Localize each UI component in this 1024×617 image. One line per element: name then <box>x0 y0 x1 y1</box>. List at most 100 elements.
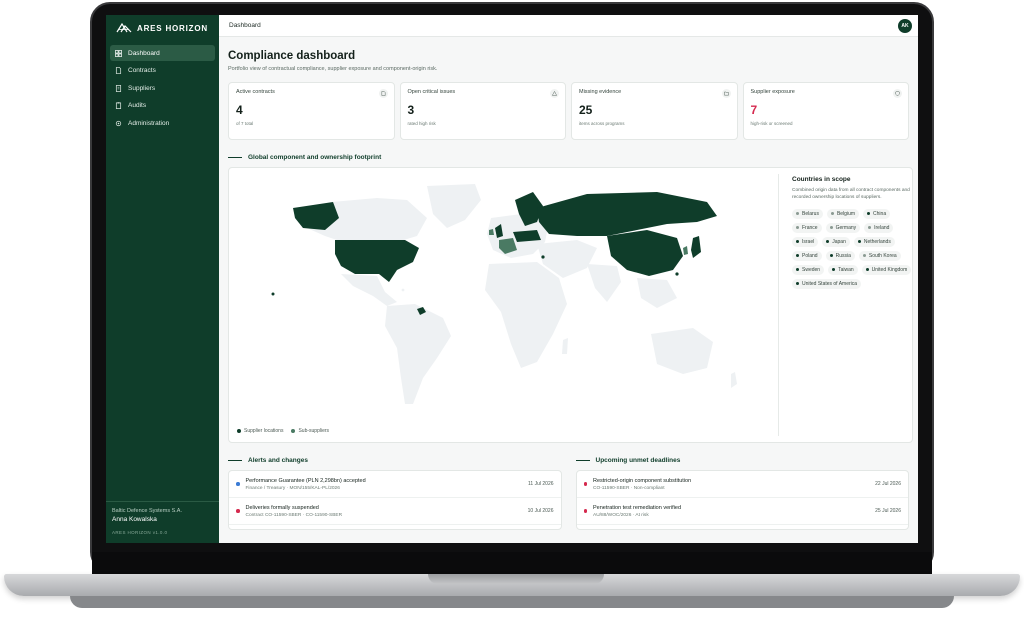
avatar[interactable]: AK <box>898 19 912 33</box>
file-icon <box>378 89 388 98</box>
country-chip[interactable]: Ireland <box>864 222 894 233</box>
country-dot <box>832 268 836 272</box>
country-dot <box>868 226 872 230</box>
clipboard-icon <box>115 102 122 109</box>
kpi-card-open-critical-issues[interactable]: Open critical issues 3 rated high risk <box>399 82 566 140</box>
scope-title: Countries in scope <box>792 176 851 183</box>
country-chip[interactable]: Taiwan <box>828 264 858 275</box>
sidebar-nav: Dashboard Contracts Suppliers Audits Adm… <box>106 45 219 131</box>
kpi-card-missing-evidence[interactable]: Missing evidence 25 items across program… <box>571 82 738 140</box>
kpi-value: 25 <box>579 103 593 117</box>
country-chips: Belarus Belgium China France Germany Ireland I… <box>792 208 912 289</box>
map-legend: Supplier locations Sub-suppliers <box>237 428 329 434</box>
section-accent-line <box>575 459 590 462</box>
country-dot <box>829 254 833 258</box>
kpi-footnote: items across programs <box>579 121 625 126</box>
section-accent-line <box>228 156 242 159</box>
country-name: Ireland <box>874 224 890 231</box>
brand[interactable]: ARES HORIZON <box>106 15 219 41</box>
world-map[interactable] <box>237 178 775 418</box>
country-chip[interactable]: South Korea <box>858 250 901 261</box>
kpi-value: 7 <box>750 103 758 117</box>
deadline-date: 25 Jul 2026 <box>875 508 901 514</box>
legend-item-supplier-locations[interactable]: Supplier locations <box>237 428 283 434</box>
legend-label: Sub-suppliers <box>298 428 330 434</box>
deadline-title: Penetration test remediation verified <box>593 504 682 511</box>
status-dot <box>583 482 587 486</box>
status-dot <box>583 509 587 513</box>
country-name: Belarus <box>802 210 819 217</box>
sidebar: ARES HORIZON Dashboard Contracts Supplie… <box>106 15 219 543</box>
sidebar-item-suppliers[interactable]: Suppliers <box>110 80 215 96</box>
section-header: Global component and ownership footprint <box>228 154 909 161</box>
sidebar-item-dashboard[interactable]: Dashboard <box>110 45 215 61</box>
country-dot <box>826 240 830 244</box>
sidebar-footer: Baltic Defence Systems S.A. Anna Kowalsk… <box>106 501 219 543</box>
country-name: Belgium <box>836 210 856 217</box>
sidebar-item-audits[interactable]: Audits <box>110 98 215 114</box>
country-chip[interactable]: Belgium <box>826 208 860 219</box>
alert-subtitle: Contract CO-11590-SBER · CO-11590-SBER <box>245 512 343 518</box>
map-card: Supplier locations Sub-suppliers Countri… <box>228 167 913 443</box>
document-icon <box>115 67 122 74</box>
kpi-card-active-contracts[interactable]: Active contracts 4 of 7 total <box>228 82 395 140</box>
country-name: France <box>802 224 818 231</box>
deadlines-list: Restricted-origin component substitution… <box>575 470 909 530</box>
kpi-value: 3 <box>407 103 415 117</box>
alerts-list: Performance Guarantee (PLN 2,298bn) acce… <box>228 470 562 530</box>
kpi-label: Missing evidence <box>579 89 622 95</box>
laptop-base-bottom <box>70 596 954 608</box>
section-title: Alerts and changes <box>248 457 308 464</box>
country-chip[interactable]: United Kingdom <box>861 264 912 275</box>
deadline-subtitle: AU/88/WOC/2026 · At risk <box>593 512 649 518</box>
deadline-title: Restricted-origin component substitution <box>593 477 692 484</box>
country-dot <box>796 212 799 216</box>
country-chip[interactable]: Israel <box>792 236 819 247</box>
map-russia <box>537 192 717 236</box>
sidebar-item-label: Audits <box>128 102 147 109</box>
country-chip[interactable]: United States of America <box>792 278 862 289</box>
brand-name: ARES HORIZON <box>137 23 208 33</box>
country-chip[interactable]: Sweden <box>792 264 825 275</box>
kpi-footnote: rated high risk <box>407 121 436 126</box>
country-dot <box>865 268 869 272</box>
alert-title: Performance Guarantee (PLN 2,298bn) acce… <box>245 477 366 484</box>
legend-item-sub-suppliers[interactable]: Sub-suppliers <box>291 428 329 434</box>
kpi-card-supplier-exposure[interactable]: Supplier exposure 7 high-risk or screene… <box>742 82 909 140</box>
grid-icon <box>115 49 122 57</box>
country-chip[interactable]: Belarus <box>792 208 823 219</box>
list-item[interactable]: Deliveries formally suspended Contract C… <box>229 498 561 525</box>
organization-name: Baltic Defence Systems S.A. <box>112 508 182 514</box>
country-name: United States of America <box>802 280 858 287</box>
status-dot <box>236 509 240 513</box>
list-item[interactable]: Penetration test remediation verified AU… <box>576 498 908 525</box>
sidebar-item-administration[interactable]: Administration <box>110 115 215 131</box>
country-chip[interactable]: Japan <box>822 236 850 247</box>
country-chip[interactable]: China <box>863 208 891 219</box>
list-item[interactable]: Restricted-origin component substitution… <box>576 471 908 498</box>
country-chip[interactable]: France <box>792 222 822 233</box>
country-name: Israel <box>802 238 815 245</box>
country-name: Germany <box>835 224 857 231</box>
country-name: South Korea <box>868 252 897 259</box>
kpi-footnote: of 7 total <box>236 121 254 126</box>
section-title: Global component and ownership footprint <box>248 154 382 161</box>
country-chip[interactable]: Netherlands <box>853 236 895 247</box>
country-dot <box>796 226 799 230</box>
country-chip[interactable]: Russia <box>825 250 855 261</box>
user-name[interactable]: Anna Kowalska <box>112 516 213 523</box>
country-chip[interactable]: Germany <box>825 222 861 233</box>
app-version: ARES HORIZON v1.0.0 <box>112 530 168 535</box>
sidebar-item-label: Contracts <box>128 67 156 74</box>
deadlines-column: Upcoming unmet deadlines Restricted-orig… <box>575 443 910 530</box>
list-item[interactable]: Performance Guarantee (PLN 2,298bn) acce… <box>229 471 561 498</box>
section-accent-line <box>228 459 242 462</box>
map-japan <box>691 236 701 258</box>
page-title: Compliance dashboard <box>228 50 356 62</box>
country-chip[interactable]: Poland <box>792 250 822 261</box>
country-name: Taiwan <box>838 266 854 273</box>
section-header: Upcoming unmet deadlines <box>575 457 910 464</box>
country-dot <box>830 212 834 216</box>
bottom-row: Alerts and changes Performance Guarantee… <box>228 443 909 530</box>
sidebar-item-contracts[interactable]: Contracts <box>110 63 215 79</box>
